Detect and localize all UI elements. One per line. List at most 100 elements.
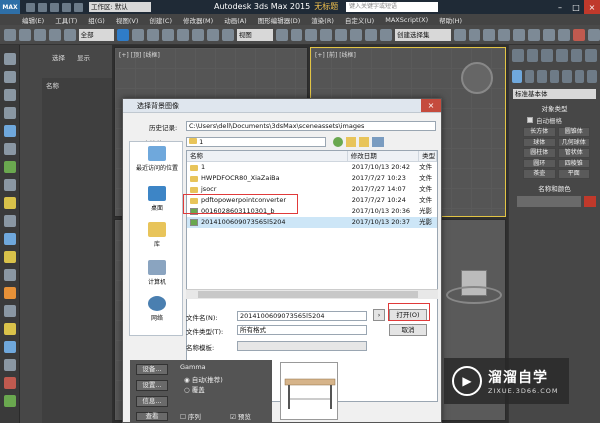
unlink-icon[interactable] [48,28,61,41]
invert-filter-icon[interactable] [4,377,16,389]
hierarchy-tab-icon[interactable] [541,49,554,62]
render-frame-icon[interactable] [573,28,585,41]
percent-snap-icon[interactable] [350,28,363,41]
keyboard-shortcut-icon[interactable] [305,28,318,41]
geosphere-button[interactable]: 几何球体 [557,137,590,147]
cylinder-button[interactable]: 圆柱体 [523,148,556,158]
preview-checkbox[interactable]: ☑ 预览 [230,411,251,421]
devices-button[interactable]: 设备... [136,364,168,375]
autogrid-check[interactable] [527,117,533,123]
box-button[interactable]: 长方体 [523,127,556,137]
lights-filter-icon[interactable] [4,161,16,173]
place-desktop[interactable]: 桌面 [130,186,184,212]
file-row-selected[interactable]: 2014100609073565l5204 2017/10/13 20:37 光… [187,217,437,228]
select-scale-icon[interactable] [206,28,219,41]
menu-graph-editors[interactable]: 图形编辑器(D) [258,15,301,25]
torus-button[interactable]: 圆环 [523,158,556,168]
cone-button[interactable]: 圆锥体 [557,127,590,137]
cameras-filter-icon[interactable] [4,179,16,191]
file-list-scrollbar[interactable] [186,289,438,299]
frozen-filter-icon[interactable] [4,305,16,317]
align-icon[interactable] [468,28,481,41]
template-dropdown[interactable] [237,341,367,351]
all-filter-icon[interactable] [4,341,16,353]
search-input[interactable]: 键入关键字或短语 [346,2,438,12]
menu-modifiers[interactable]: 修改器(M) [183,15,213,25]
select-icon[interactable] [4,53,16,65]
close-icon[interactable]: × [584,0,600,14]
menu-animation[interactable]: 动画(A) [224,15,247,25]
new-folder-icon[interactable] [359,137,369,147]
tab-display[interactable]: 显示 [77,52,90,62]
selection-filter-dropdown[interactable]: 全部 [78,28,115,41]
select-by-name-icon[interactable] [132,28,145,41]
info-button[interactable]: 信息... [136,396,168,407]
cameras-icon[interactable] [549,70,560,83]
filter-none-icon[interactable] [4,359,16,371]
edit-named-selection-icon[interactable] [380,28,392,41]
xrefs-filter-icon[interactable] [4,251,16,263]
menu-maxscript[interactable]: MAXScript(X) [385,16,428,24]
geometry-filter-icon[interactable] [4,125,16,137]
geometry-icon[interactable] [512,70,522,83]
select-manipulate-icon[interactable] [290,28,303,41]
redo-arrow-icon[interactable] [18,28,31,41]
open-file-icon[interactable] [38,2,47,12]
groups-filter-icon[interactable] [4,233,16,245]
up-folder-icon[interactable] [346,137,356,147]
redo-icon[interactable] [74,2,83,12]
create-tab-icon[interactable] [512,49,524,62]
shapes-icon[interactable] [524,70,535,83]
place-libraries[interactable]: 库 [130,222,184,248]
viewport-front-label[interactable]: [+] [前] [线框] [315,50,356,59]
object-color-swatch[interactable] [584,195,596,207]
systems-icon[interactable] [587,70,598,83]
name-color-rollout[interactable]: 名称和颜色 [513,183,596,193]
sync-selection-icon[interactable] [4,395,16,407]
place-computer[interactable]: 计算机 [130,260,184,286]
view-button[interactable]: 查看 [136,412,168,421]
schematic-view-icon[interactable] [528,28,541,41]
render-production-icon[interactable] [587,28,600,41]
menu-create[interactable]: 创建(C) [149,15,172,25]
teapot-button[interactable]: 茶壶 [523,169,556,179]
plane-button[interactable]: 平面 [557,169,590,179]
reference-coordinate-dropdown[interactable]: 视图 [236,28,273,41]
select-place-icon[interactable] [221,28,234,41]
maximize-icon[interactable]: □ [568,0,584,14]
menu-group[interactable]: 组(G) [88,15,105,25]
gamma-auto-radio[interactable]: ◉ 自动(推荐) [184,374,223,384]
containers-filter-icon[interactable] [4,287,16,299]
view-menu-icon[interactable] [372,137,384,147]
undo-icon[interactable] [62,2,71,12]
save-icon[interactable] [50,2,59,12]
display-all-icon[interactable] [4,89,16,101]
menu-rendering[interactable]: 渲染(R) [311,15,334,25]
spacewarps-icon[interactable] [574,70,585,83]
utilities-tab-icon[interactable] [585,49,598,62]
column-name-header[interactable]: 名称 [42,78,112,92]
spinner-snap-icon[interactable] [365,28,378,41]
bones-filter-icon[interactable] [4,269,16,281]
autogrid-checkbox[interactable]: 自动栅格 [509,113,600,127]
history-arrow-button[interactable]: › [373,309,385,321]
file-row[interactable]: HWPDFOCR80_XiaZaiBa 2017/7/27 10:23 文件 [187,173,437,184]
viewcube-icon[interactable] [461,62,493,94]
dialog-close-icon[interactable]: × [421,99,441,112]
pivot-center-icon[interactable] [275,28,288,41]
menu-customize[interactable]: 自定义(U) [345,15,374,25]
render-setup-icon[interactable] [558,28,570,41]
layer-manager-icon[interactable] [483,28,496,41]
sequence-checkbox[interactable]: ☐ 序列 [180,411,201,421]
object-name-field[interactable] [517,195,581,207]
hidden-filter-icon[interactable] [4,323,16,335]
back-icon[interactable] [333,137,343,147]
column-name[interactable]: 名称 [187,151,348,161]
bind-spacewarp-icon[interactable] [63,28,76,41]
minimize-icon[interactable]: – [552,0,568,14]
history-path-dropdown[interactable]: C:\Users\dell\Documents\3dsMax\sceneasse… [186,121,436,131]
material-editor-icon[interactable] [543,28,556,41]
place-network[interactable]: 网络 [130,296,184,322]
filename-input[interactable]: 2014100609073565l5204 [237,311,367,321]
select-rotate-icon[interactable] [192,28,204,41]
